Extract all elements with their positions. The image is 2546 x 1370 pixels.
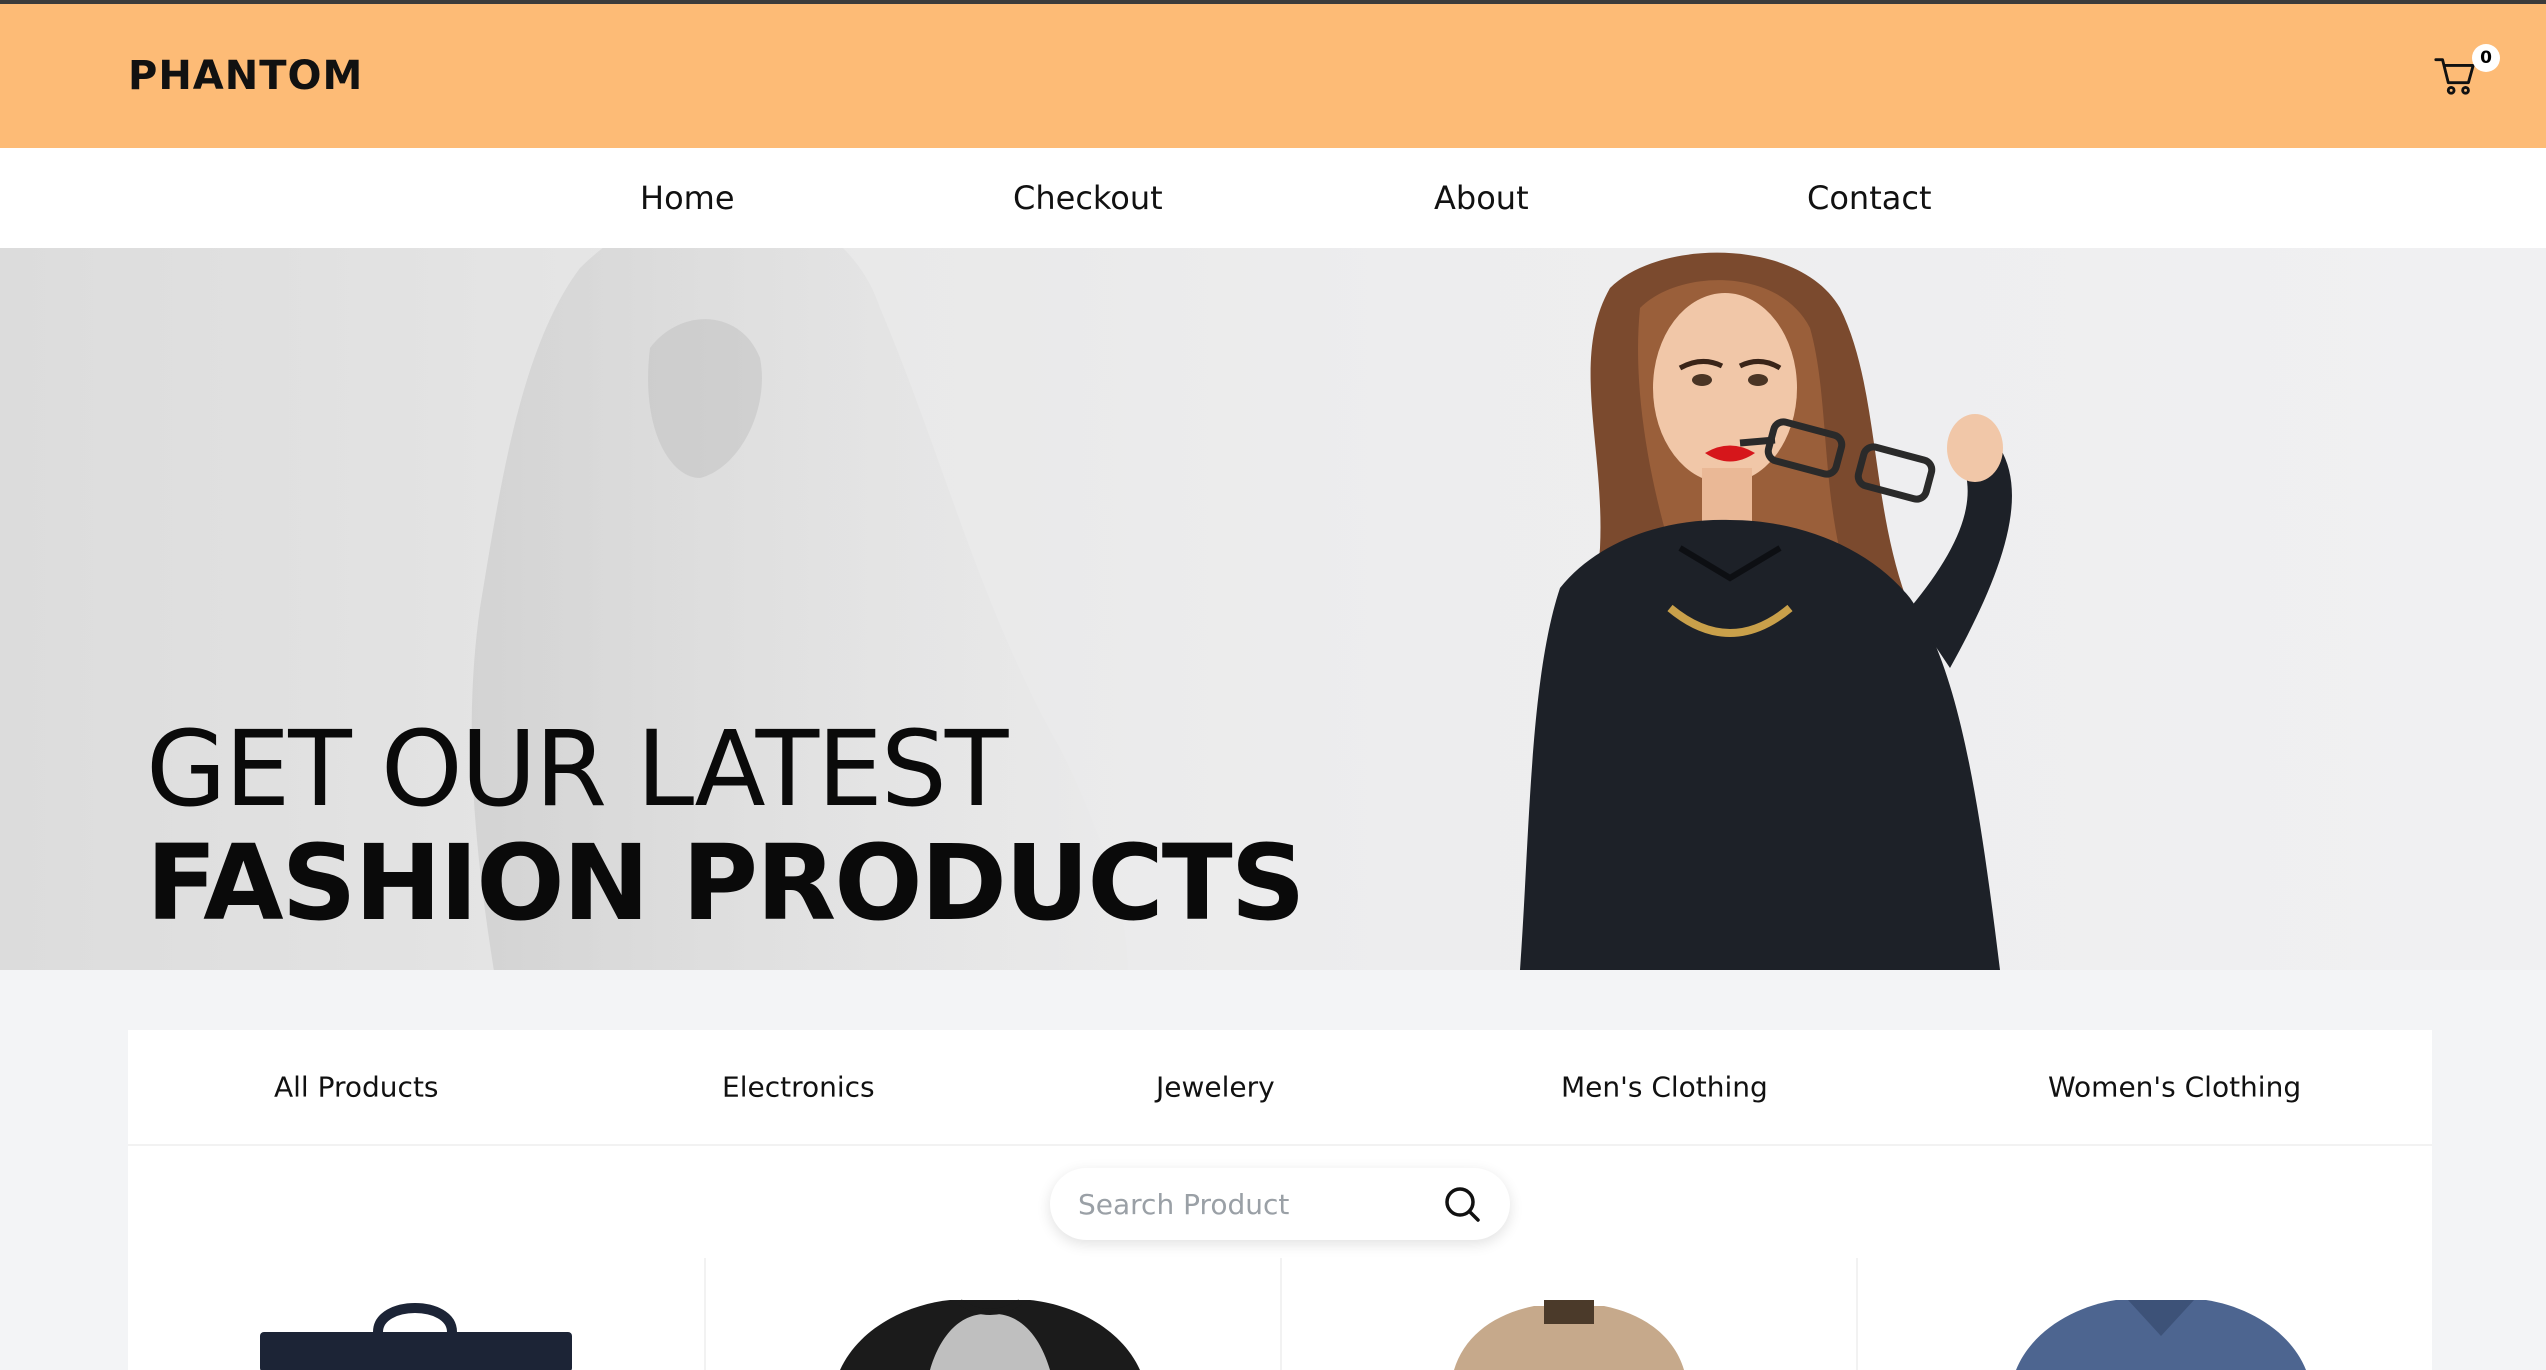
main-nav: Home Checkout About Contact [0, 148, 2546, 248]
grid-divider [704, 1258, 706, 1370]
search-input[interactable] [1078, 1187, 1442, 1221]
hero-banner: GET OUR LATEST FASHION PRODUCTS [0, 248, 2546, 970]
search-icon [1445, 1187, 1480, 1222]
grid-divider [1280, 1258, 1282, 1370]
tab-mens-clothing[interactable]: Men's Clothing [1561, 1071, 1768, 1104]
site-logo[interactable]: PHANTOM [128, 53, 363, 99]
search-bar [1050, 1168, 1510, 1240]
product-grid [128, 1258, 2432, 1370]
product-card-bag-image[interactable] [260, 1296, 572, 1370]
tab-electronics[interactable]: Electronics [722, 1071, 875, 1104]
search-button[interactable] [1442, 1184, 1482, 1224]
category-tabs: All Products Electronics Jewelery Men's … [128, 1030, 2432, 1146]
site-header: PHANTOM 0 [0, 4, 2546, 148]
hero-model-image [1520, 252, 2012, 970]
nav-about[interactable]: About [1434, 179, 1529, 217]
cart-button[interactable]: 0 [2432, 44, 2500, 100]
product-card-jacket-image[interactable] [1454, 1296, 1684, 1370]
product-card-raglan-tshirt-image[interactable] [840, 1296, 1140, 1370]
nav-contact[interactable]: Contact [1807, 179, 1932, 217]
nav-home[interactable]: Home [640, 179, 735, 217]
hero-heading-line2: FASHION PRODUCTS [146, 822, 1306, 944]
hero-heading-line1: GET OUR LATEST [146, 708, 1008, 830]
products-panel: All Products Electronics Jewelery Men's … [128, 1030, 2432, 1370]
grid-divider [1856, 1258, 1858, 1370]
tab-womens-clothing[interactable]: Women's Clothing [2048, 1071, 2301, 1104]
tab-jewelery[interactable]: Jewelery [1156, 1071, 1275, 1104]
product-card-vneck-tshirt-image[interactable] [2016, 1296, 2306, 1370]
nav-checkout[interactable]: Checkout [1013, 179, 1163, 217]
tab-all-products[interactable]: All Products [274, 1071, 439, 1104]
cart-count-badge: 0 [2472, 44, 2500, 72]
